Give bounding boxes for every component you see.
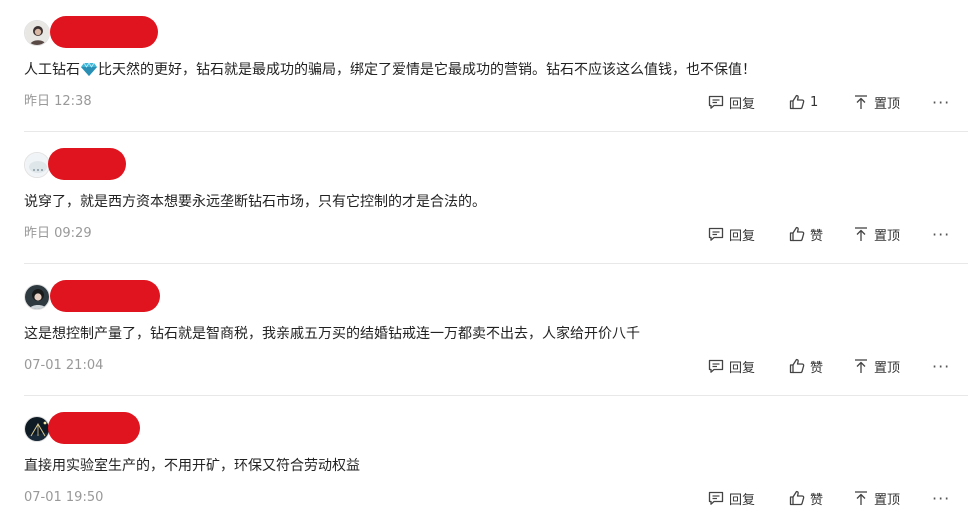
comment-time: 昨日 09:29: [24, 226, 92, 241]
pin-to-top-icon: [852, 357, 870, 375]
reply-icon: [707, 357, 725, 375]
comment-text: 直接用实验室生产的，不用开矿，环保又符合劳动权益: [24, 458, 360, 474]
thumbs-up-icon: [788, 93, 806, 111]
comment-text: 这是想控制产量了，钻石就是智商税，我亲戚五万买的结婚钻戒连一万都卖不出去，人家给…: [24, 326, 640, 342]
reply-label: 回复: [729, 96, 756, 112]
pin-to-top-icon: [852, 225, 870, 243]
more-button[interactable]: ···: [932, 487, 950, 509]
redacted-username: [48, 148, 126, 180]
pin-label: 置顶: [874, 360, 901, 376]
reply-icon: [707, 489, 725, 507]
avatar[interactable]: [24, 284, 50, 310]
more-button[interactable]: ···: [932, 355, 950, 377]
comment-item: 说穿了，就是西方资本想要永远垄断钻石市场，只有它控制的才是合法的。 昨日 09:…: [0, 132, 974, 264]
avatar[interactable]: [24, 416, 50, 442]
thumbs-up-icon: [788, 357, 806, 375]
like-label: 1: [810, 94, 819, 110]
pin-label: 置顶: [874, 96, 901, 112]
reply-button[interactable]: 回复: [707, 223, 755, 245]
avatar[interactable]: [24, 152, 50, 178]
like-button[interactable]: 1: [788, 91, 818, 113]
thumbs-up-icon: [788, 225, 806, 243]
like-label: 赞: [810, 228, 824, 244]
reply-button[interactable]: 回复: [707, 355, 755, 377]
reply-icon: [707, 225, 725, 243]
comment-time: 07-01 21:04: [24, 358, 104, 373]
like-label: 赞: [810, 492, 824, 508]
avatar[interactable]: [24, 20, 50, 46]
reply-button[interactable]: 回复: [707, 487, 755, 509]
like-button[interactable]: 赞: [788, 355, 823, 377]
comment-time: 昨日 12:38: [24, 94, 92, 109]
redacted-username: [48, 412, 140, 444]
pin-to-top-icon: [852, 93, 870, 111]
pin-button[interactable]: 置顶: [852, 487, 900, 509]
pin-to-top-icon: [852, 489, 870, 507]
pin-button[interactable]: 置顶: [852, 223, 900, 245]
comment-text: 说穿了，就是西方资本想要永远垄断钻石市场，只有它控制的才是合法的。: [24, 194, 486, 210]
comment-item: 直接用实验室生产的，不用开矿，环保又符合劳动权益 07-01 19:50 回复 …: [0, 396, 974, 519]
redacted-username: [50, 280, 160, 312]
pin-button[interactable]: 置顶: [852, 91, 900, 113]
more-button[interactable]: ···: [932, 223, 950, 245]
pin-button[interactable]: 置顶: [852, 355, 900, 377]
comment-text: 人工钻石 比天然的更好，钻石就是最成功的骗局，绑定了爱情是它最成功的营销。钻石不应…: [24, 62, 756, 78]
reply-label: 回复: [729, 228, 756, 244]
more-button[interactable]: ···: [932, 91, 950, 113]
comment-time: 07-01 19:50: [24, 490, 104, 505]
reply-label: 回复: [729, 492, 756, 508]
like-label: 赞: [810, 360, 824, 376]
like-button[interactable]: 赞: [788, 487, 823, 509]
like-button[interactable]: 赞: [788, 223, 823, 245]
reply-button[interactable]: 回复: [707, 91, 755, 113]
reply-label: 回复: [729, 360, 756, 376]
redacted-username: [50, 16, 158, 48]
pin-label: 置顶: [874, 492, 901, 508]
comment-item: 人工钻石 比天然的更好，钻石就是最成功的骗局，绑定了爱情是它最成功的营销。钻石不应…: [0, 0, 974, 132]
thumbs-up-icon: [788, 489, 806, 507]
reply-icon: [707, 93, 725, 111]
gem-emoji-icon: [81, 62, 97, 76]
comment-item: 这是想控制产量了，钻石就是智商税，我亲戚五万买的结婚钻戒连一万都卖不出去，人家给…: [0, 264, 974, 396]
pin-label: 置顶: [874, 228, 901, 244]
